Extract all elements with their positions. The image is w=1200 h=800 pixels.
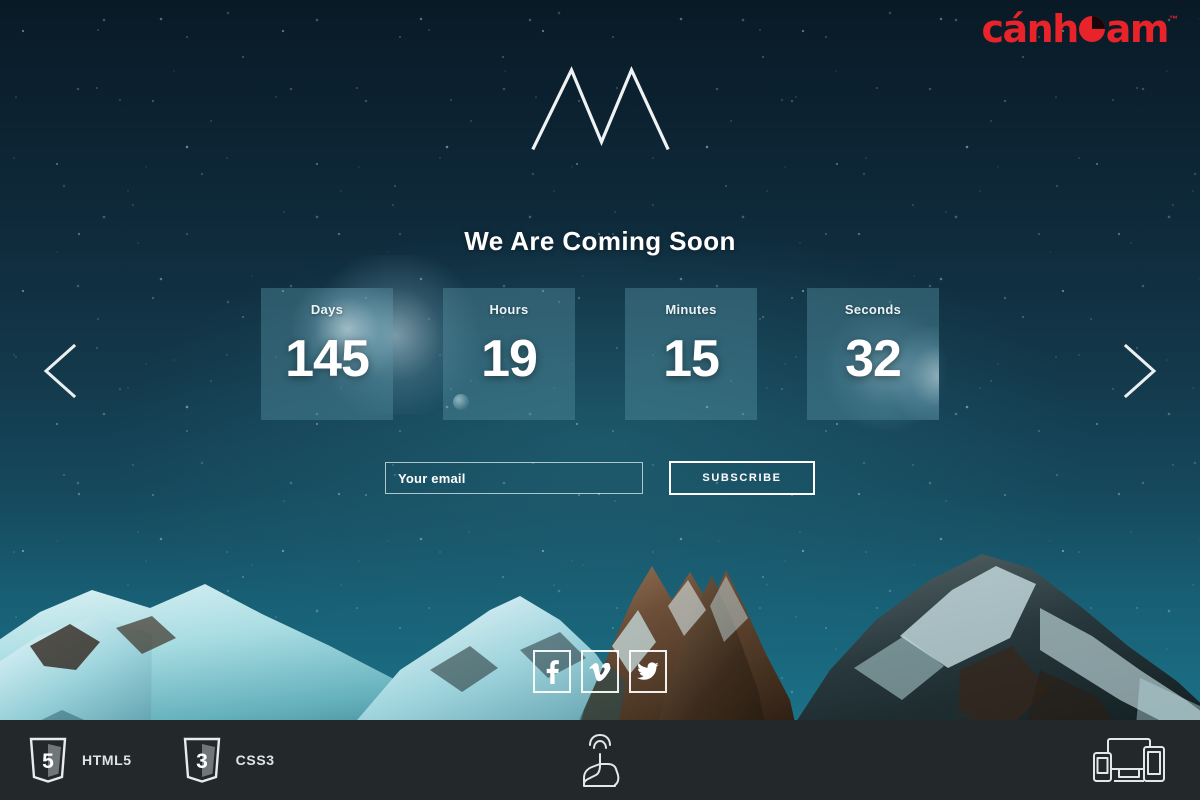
moon-decoration	[453, 394, 469, 410]
brand-logo-text: cánh am	[981, 7, 1170, 51]
countdown-label-hours: Hours	[489, 302, 529, 317]
countdown-value-seconds: 32	[845, 330, 902, 388]
countdown-label-seconds: Seconds	[844, 302, 902, 317]
chevron-right-glyph	[1123, 343, 1157, 399]
vimeo-icon[interactable]	[581, 650, 619, 693]
countdown-value-minutes: 15	[663, 330, 720, 388]
bottom-tech-bar: 5 HTML5 3 CSS3	[0, 720, 1200, 800]
countdown-unit-minutes: Minutes 15	[625, 288, 757, 420]
twitter-icon[interactable]	[629, 650, 667, 693]
countdown-unit-seconds: Seconds 32	[807, 288, 939, 420]
page-root: cánh am ™ We Are Coming Soon Days 145 Ho…	[0, 0, 1200, 800]
responsive-devices-glyph	[1093, 738, 1165, 782]
trademark-symbol: ™	[1169, 14, 1178, 24]
page-title: We Are Coming Soon	[464, 226, 736, 256]
chevron-right-icon[interactable]	[1108, 340, 1168, 402]
subscribe-button[interactable]: SUBSCRIBE	[669, 461, 815, 495]
countdown-label-minutes: Minutes	[665, 302, 717, 317]
touch-gesture-glyph	[583, 734, 620, 787]
brand-logo[interactable]: cánh am ™	[981, 10, 1178, 48]
tech-badge-css3[interactable]: 3 CSS3	[182, 737, 275, 783]
social-links	[533, 650, 667, 693]
orange-slice-icon	[1078, 16, 1105, 42]
vimeo-glyph	[589, 662, 611, 681]
mountain-peaks-logo-svg	[531, 66, 670, 151]
twitter-glyph	[637, 662, 659, 680]
countdown-timer: Days 145 Hours 19 Minutes 15 Seconds 32	[261, 288, 939, 420]
brand-name-part2: am	[1105, 7, 1170, 51]
tech-label-html5: HTML5	[82, 752, 132, 768]
email-input[interactable]	[385, 462, 643, 494]
responsive-devices-icon	[1092, 735, 1166, 785]
countdown-label-days: Days	[310, 302, 344, 317]
tech-badge-html5[interactable]: 5 HTML5	[28, 737, 132, 783]
chevron-left-icon[interactable]	[32, 340, 92, 402]
chevron-left-glyph	[43, 343, 77, 399]
touch-gesture-icon	[574, 732, 626, 788]
facebook-glyph	[546, 659, 559, 684]
facebook-icon[interactable]	[533, 650, 571, 693]
countdown-value-days: 145	[285, 330, 370, 388]
mountain-peaks-logo	[528, 62, 673, 152]
brand-name-part1: cánh	[981, 7, 1079, 51]
hero-content: We Are Coming Soon Days 145 Hours 19 Min…	[0, 0, 1200, 720]
html5-shield-digit: 5	[42, 750, 54, 773]
tech-label-css3: CSS3	[235, 752, 275, 768]
countdown-unit-hours: Hours 19	[443, 288, 575, 420]
countdown-unit-days: Days 145	[261, 288, 393, 420]
css3-shield-digit: 3	[196, 750, 208, 773]
html5-shield-icon: 5	[29, 737, 67, 783]
css3-shield-icon: 3	[183, 737, 220, 783]
countdown-value-hours: 19	[481, 330, 538, 388]
subscribe-form: SUBSCRIBE	[385, 461, 815, 495]
